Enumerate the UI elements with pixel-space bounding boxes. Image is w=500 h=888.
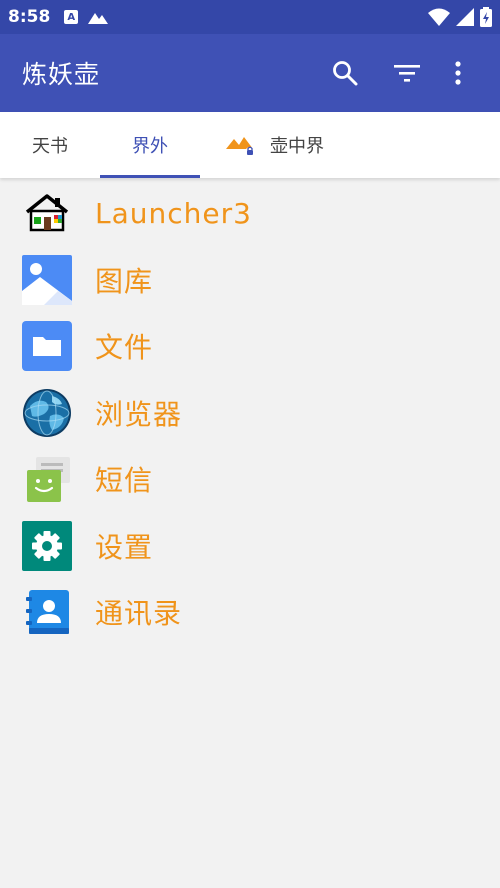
app-label: 图库	[95, 264, 154, 298]
app-label: 浏览器	[95, 397, 183, 431]
app-label: 短信	[95, 464, 154, 498]
search-button[interactable]	[314, 49, 376, 97]
globe-icon	[22, 388, 72, 438]
list-item-gallery[interactable]: 图库	[0, 247, 500, 314]
settings-gear-icon	[22, 520, 72, 571]
list-item-settings[interactable]: 设置	[0, 513, 500, 580]
signal-icon	[456, 8, 474, 26]
notification-badge-icon: A	[64, 10, 79, 24]
notification-mountain-icon	[88, 13, 109, 24]
search-icon	[333, 61, 358, 86]
status-bar: 8:58 A	[0, 0, 500, 34]
contacts-icon	[22, 587, 72, 637]
app-label: 设置	[95, 530, 154, 564]
list-item-files[interactable]: 文件	[0, 313, 500, 380]
app-label: 通讯录	[95, 597, 183, 631]
launcher-house-icon	[22, 188, 72, 238]
island-icon	[226, 137, 255, 157]
status-time: 8:58	[8, 7, 51, 27]
more-options-button[interactable]	[438, 49, 478, 97]
tab-label: 天书	[32, 136, 68, 157]
wifi-icon	[428, 8, 450, 26]
more-vert-icon	[455, 61, 461, 85]
app-title: 炼妖壶	[22, 60, 101, 89]
app-label: 文件	[95, 331, 154, 365]
list-item-messaging[interactable]: 短信	[0, 446, 500, 513]
list-item-contacts[interactable]: 通讯录	[0, 579, 500, 646]
filter-icon	[394, 65, 420, 82]
list-item-launcher3[interactable]: Launcher3	[0, 180, 500, 247]
folder-icon	[22, 321, 72, 372]
tab-huzhongjie[interactable]: 壶中界	[200, 112, 350, 178]
tab-label: 界外	[132, 136, 168, 157]
tab-tianshu[interactable]: 天书	[0, 112, 100, 178]
tab-bar: 天书 界外 壶中界	[0, 112, 500, 178]
app-bar: 炼妖壶	[0, 34, 500, 112]
messaging-icon	[22, 454, 72, 504]
gallery-icon	[22, 254, 72, 305]
battery-icon	[480, 7, 492, 27]
filter-button[interactable]	[376, 49, 438, 97]
tab-jiewai[interactable]: 界外	[100, 112, 200, 178]
tab-label: 壶中界	[270, 136, 324, 157]
app-label: Launcher3	[95, 196, 252, 230]
list-item-browser[interactable]: 浏览器	[0, 380, 500, 447]
app-list: Launcher3 图库 文件 浏览器 短信 设置 通讯录	[0, 180, 500, 646]
